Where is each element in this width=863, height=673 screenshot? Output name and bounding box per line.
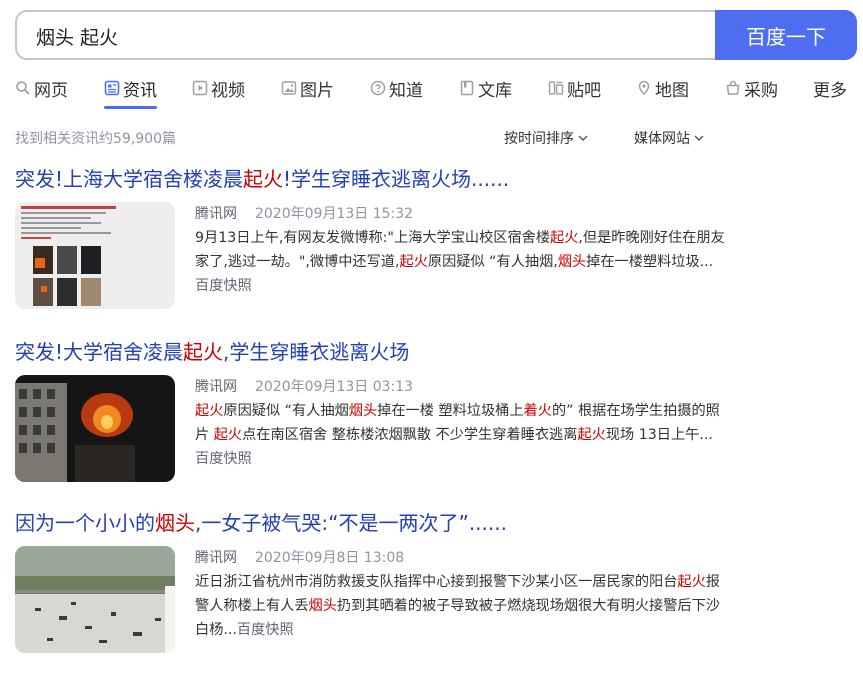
result-item: 突发!大学宿舍凌晨起火,学生穿睡衣逃离火场 腾讯网 2020年09月13日 03:1… [15, 337, 735, 487]
tab-label: 采购 [744, 80, 778, 101]
highlight-term: 起火 [213, 427, 243, 443]
highlight-term: 起火 [243, 167, 284, 191]
snapshot-link[interactable]: 百度快照 [195, 278, 252, 294]
result-body: 腾讯网 2020年09月13日 03:13 起火原因疑似 “有人抽烟烟头掉在一楼 塑… [195, 375, 725, 471]
snippet-text: 掉在一楼 塑料垃圾桶上 [377, 403, 524, 419]
result-body: 腾讯网 2020年09月13日 15:32 9月13日上午,有网友发微博称:"上海大… [195, 202, 725, 298]
tab-5[interactable]: 文库 [459, 76, 512, 101]
highlight-term: 起火 [399, 254, 428, 270]
sort-by-time-dropdown[interactable]: 按时间排序 [504, 128, 589, 148]
tab-label: 知道 [389, 80, 423, 101]
search-bar: 百度一下 [15, 10, 857, 60]
tieba-icon [548, 80, 564, 96]
tab-2[interactable]: 视频 [192, 76, 245, 101]
highlight-term: 起火 [577, 427, 606, 443]
highlight-term: 起火 [677, 574, 706, 590]
snapshot-link[interactable]: 百度快照 [237, 622, 294, 638]
search-icon [15, 80, 31, 96]
result-thumbnail[interactable] [15, 546, 175, 653]
search-box[interactable] [15, 10, 716, 60]
result-meta: 腾讯网 2020年09月8日 13:08 [195, 546, 725, 570]
result-item: 因为一个小小的烟头,一女子被气哭:“不是一两次了”...... 腾讯网 2020年0… [15, 508, 735, 658]
media-label: 媒体网站 [634, 131, 690, 147]
highlight-term: 烟头 [348, 403, 378, 419]
tab-0[interactable]: 网页 [15, 76, 68, 101]
title-text: !学生穿睡衣逃离火场...... [283, 167, 510, 191]
title-text: 突发!大学宿舍凌晨 [15, 340, 184, 364]
result-source[interactable]: 腾讯网 [195, 379, 237, 395]
highlight-term: 烟头 [155, 511, 195, 535]
image-icon [281, 80, 297, 96]
result-time: 2020年09月13日 15:32 [255, 206, 414, 222]
highlight-term: 着火 [523, 403, 552, 419]
result-thumbnail[interactable] [15, 375, 175, 482]
tab-8[interactable]: 采购 [725, 76, 778, 101]
result-meta: 腾讯网 2020年09月13日 03:13 [195, 375, 725, 399]
snippet-text: 点在南区宿舍 整栋楼浓烟飘散 不少学生穿着睡衣逃离 [242, 427, 578, 443]
title-text: ,一女子被气哭:“不是一两次了”...... [195, 511, 507, 535]
result-title-link[interactable]: 因为一个小小的烟头,一女子被气哭:“不是一两次了”...... [15, 508, 735, 538]
snippet-text: 9月13日上午,有网友发微博称:"上海大学宝山校区宿舍楼 [195, 230, 551, 246]
tab-label: 图片 [300, 80, 334, 101]
result-snippet: 近日浙江省杭州市消防救援支队指挥中心接到报警下沙某小区一居民家的阳台起火报警人称… [195, 570, 725, 642]
tab-label: 网页 [34, 80, 68, 101]
search-button[interactable]: 百度一下 [715, 10, 857, 60]
highlight-term: 烟头 [308, 598, 337, 614]
result-thumbnail[interactable] [15, 202, 175, 309]
question-icon [370, 80, 386, 96]
highlight-term: 起火 [550, 230, 579, 246]
result-snippet: 起火原因疑似 “有人抽烟烟头掉在一楼 塑料垃圾桶上着火的” 根据在场学生拍摄的照… [195, 399, 725, 471]
tab-6[interactable]: 贴吧 [548, 76, 601, 101]
tab-label: 贴吧 [567, 80, 601, 101]
result-title-link[interactable]: 突发!大学宿舍凌晨起火,学生穿睡衣逃离火场 [15, 337, 735, 367]
tab-label: 文库 [478, 80, 512, 101]
snippet-text: 原因疑似 “有人抽烟, [427, 254, 558, 270]
snippet-text: 原因疑似 “有人抽烟 [223, 403, 349, 419]
result-source[interactable]: 腾讯网 [195, 206, 237, 222]
highlight-term: 烟头 [557, 254, 587, 270]
result-body: 腾讯网 2020年09月8日 13:08 近日浙江省杭州市消防救援支队指挥中心接到报… [195, 546, 725, 642]
news-icon [104, 80, 120, 96]
result-time: 2020年09月13日 03:13 [255, 379, 414, 395]
title-text: 突发!上海大学宿舍楼凌晨 [15, 167, 244, 191]
result-source[interactable]: 腾讯网 [195, 550, 237, 566]
snippet-text: 现场 13日上午... [605, 427, 713, 443]
tab-9[interactable]: 更多 [813, 76, 847, 101]
title-text: 因为一个小小的 [15, 511, 155, 535]
map-pin-icon [636, 80, 652, 96]
result-meta: 腾讯网 2020年09月13日 15:32 [195, 202, 725, 226]
document-icon [459, 80, 475, 96]
chevron-down-icon [577, 132, 589, 144]
result-count: 找到相关资讯约59,900篇 [15, 131, 176, 147]
result-snippet: 9月13日上午,有网友发微博称:"上海大学宝山校区宿舍楼起火,但是昨晚刚好住在朋… [195, 226, 725, 298]
snippet-text: 近日浙江省杭州市消防救援支队指挥中心接到报警下沙某小区一居民家的阳台 [195, 574, 678, 590]
tab-1[interactable]: 资讯 [104, 76, 157, 109]
tab-4[interactable]: 知道 [370, 76, 423, 101]
snippet-text: 掉在一楼塑料垃圾... [586, 254, 714, 270]
result-time: 2020年09月8日 13:08 [255, 550, 405, 566]
shopping-icon [725, 80, 741, 96]
highlight-term: 起火 [195, 403, 224, 419]
snapshot-link[interactable]: 百度快照 [195, 451, 252, 467]
tab-label: 资讯 [123, 80, 157, 101]
tab-3[interactable]: 图片 [281, 76, 334, 101]
video-icon [192, 80, 208, 96]
title-text: ,学生穿睡衣逃离火场 [223, 340, 410, 364]
chevron-down-icon [693, 132, 705, 144]
result-title-link[interactable]: 突发!上海大学宿舍楼凌晨起火!学生穿睡衣逃离火场...... [15, 164, 735, 194]
tab-label: 更多 [813, 80, 847, 101]
tab-label: 视频 [211, 80, 245, 101]
sort-label: 按时间排序 [504, 131, 574, 147]
media-site-dropdown[interactable]: 媒体网站 [634, 128, 705, 148]
tab-7[interactable]: 地图 [636, 76, 689, 101]
tab-label: 地图 [655, 80, 689, 101]
search-input[interactable] [34, 12, 698, 60]
highlight-term: 起火 [183, 340, 224, 364]
result-item: 突发!上海大学宿舍楼凌晨起火!学生穿睡衣逃离火场...... 腾讯网 2020年09… [15, 164, 735, 314]
